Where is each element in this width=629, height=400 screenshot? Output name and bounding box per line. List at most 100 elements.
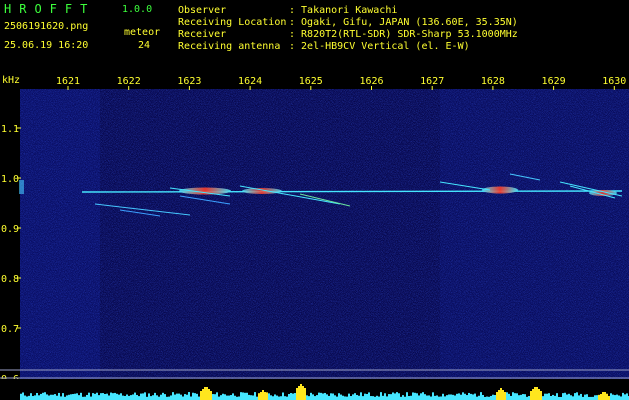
meter-bar bbox=[336, 396, 338, 400]
meter-bar bbox=[442, 393, 444, 400]
meter-bar bbox=[428, 395, 430, 400]
meter-bar bbox=[226, 395, 228, 400]
meter-bar bbox=[418, 395, 420, 400]
meter-bar bbox=[244, 392, 246, 400]
meter-bar bbox=[98, 395, 100, 400]
meter-bar bbox=[502, 390, 504, 400]
meter-bar bbox=[140, 393, 142, 400]
meter-bar bbox=[612, 394, 614, 400]
meter-bar bbox=[212, 394, 214, 400]
meter-bar bbox=[200, 391, 202, 400]
meter-bar bbox=[456, 393, 458, 400]
meter-bar bbox=[34, 395, 36, 400]
noise-band-right bbox=[440, 72, 629, 400]
meter-bar bbox=[56, 395, 58, 400]
meter-bar bbox=[176, 393, 178, 400]
meter-bar bbox=[518, 395, 520, 400]
meter-bar bbox=[430, 396, 432, 400]
meter-bar bbox=[44, 392, 46, 400]
meter-bar bbox=[510, 395, 512, 400]
meter-bar bbox=[448, 394, 450, 400]
info-header: HROFFT 1.0.0 2506191620.png 25.06.19 16:… bbox=[0, 0, 629, 72]
meter-bar bbox=[152, 395, 154, 400]
meter-bar bbox=[302, 386, 304, 400]
meter-bar bbox=[368, 392, 370, 400]
meter-bar bbox=[478, 395, 480, 400]
x-tick-label: 1624 bbox=[238, 76, 262, 87]
meter-bar bbox=[242, 392, 244, 400]
y-tick-label: 1.1 bbox=[1, 124, 19, 135]
noise-band-left bbox=[20, 72, 100, 400]
meter-bar bbox=[398, 393, 400, 400]
meter-bar bbox=[328, 395, 330, 400]
meter-bar bbox=[280, 396, 282, 400]
meter-bar bbox=[498, 390, 500, 400]
meter-bar bbox=[128, 395, 130, 400]
meter-bar bbox=[326, 394, 328, 400]
meter-bar bbox=[424, 394, 426, 400]
meter-bar bbox=[538, 389, 540, 400]
meter-bar bbox=[68, 394, 70, 400]
y-tick-label: 0.7 bbox=[1, 324, 19, 335]
meter-bar bbox=[240, 392, 242, 400]
meter-bar bbox=[346, 396, 348, 400]
meter-bar bbox=[458, 393, 460, 400]
meter-bar bbox=[104, 393, 106, 400]
meter-bar bbox=[562, 393, 564, 400]
meter-bar bbox=[20, 393, 22, 400]
meter-bar bbox=[552, 394, 554, 400]
meter-bar bbox=[626, 393, 628, 400]
meter-bar bbox=[410, 395, 412, 400]
meter-bar bbox=[264, 392, 266, 400]
y-axis-gutter bbox=[0, 72, 20, 400]
meter-bar bbox=[308, 396, 310, 400]
meter-bar bbox=[24, 395, 26, 400]
meter-bar bbox=[306, 395, 308, 400]
meter-bar bbox=[422, 392, 424, 400]
meter-bar bbox=[596, 395, 598, 400]
meter-bar bbox=[274, 394, 276, 400]
meter-bar bbox=[450, 394, 452, 400]
y-tick-label: 0.8 bbox=[1, 274, 19, 285]
meter-bar bbox=[494, 395, 496, 400]
meter-bar bbox=[284, 396, 286, 400]
meter-bar bbox=[434, 395, 436, 400]
meter-bar bbox=[150, 396, 152, 400]
meter-bar bbox=[144, 392, 146, 400]
meter-bar bbox=[122, 395, 124, 400]
meter-bar bbox=[624, 394, 626, 400]
y-axis-unit: kHz bbox=[2, 75, 20, 86]
meter-bar bbox=[352, 394, 354, 400]
meter-bar bbox=[332, 393, 334, 400]
meter-bar bbox=[220, 395, 222, 400]
meter-bar bbox=[196, 393, 198, 400]
meter-bar bbox=[476, 396, 478, 400]
observer-value: : Takanori Kawachi bbox=[289, 5, 398, 16]
x-tick-label: 1622 bbox=[117, 76, 141, 87]
meter-bar bbox=[232, 393, 234, 400]
meter-bar bbox=[282, 392, 284, 400]
meter-bar bbox=[290, 393, 292, 400]
meter-bar bbox=[390, 394, 392, 400]
meter-bar bbox=[268, 393, 270, 400]
meter-bar bbox=[52, 394, 54, 400]
meter-bar bbox=[298, 386, 300, 400]
meter-bar bbox=[108, 395, 110, 400]
meter-bar bbox=[412, 392, 414, 400]
meter-bar bbox=[480, 392, 482, 400]
meteor-echo-2 bbox=[242, 188, 282, 194]
meter-bar bbox=[546, 393, 548, 400]
meter-bar bbox=[372, 396, 374, 400]
meter-bar bbox=[312, 394, 314, 400]
meter-bar bbox=[304, 388, 306, 400]
meter-bar bbox=[174, 394, 176, 400]
meter-bar bbox=[334, 395, 336, 400]
meter-bar bbox=[382, 395, 384, 400]
meter-bar bbox=[132, 394, 134, 400]
meter-bar bbox=[576, 392, 578, 400]
meter-bar bbox=[340, 394, 342, 400]
location-label: Receiving Location bbox=[178, 17, 287, 28]
meter-bar bbox=[246, 392, 248, 400]
timestamp: 25.06.19 16:20 bbox=[4, 40, 89, 51]
meter-bar bbox=[536, 387, 538, 400]
